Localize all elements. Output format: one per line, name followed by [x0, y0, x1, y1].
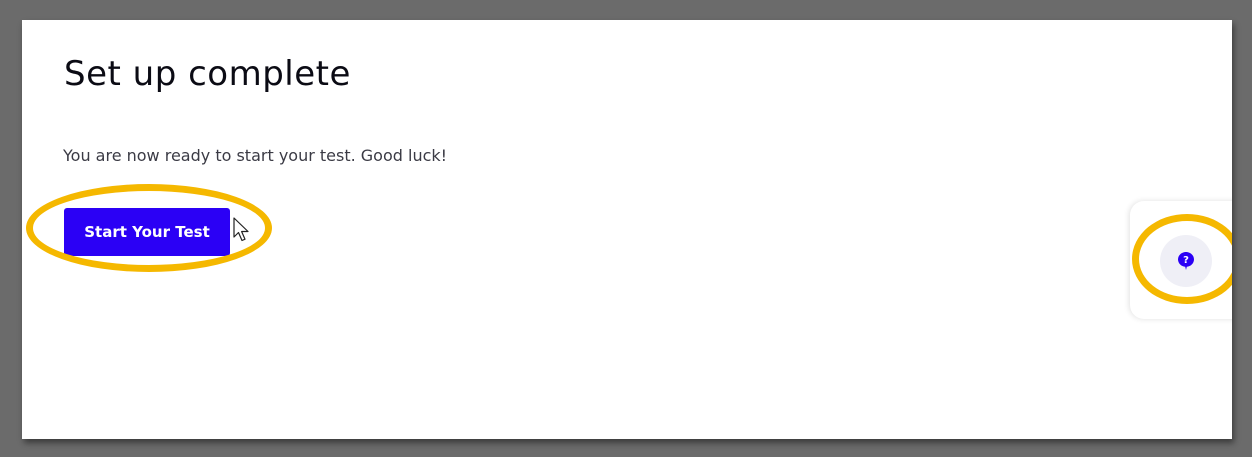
- svg-text:?: ?: [1183, 255, 1189, 266]
- ready-message: You are now ready to start your test. Go…: [63, 146, 448, 165]
- start-test-button[interactable]: Start Your Test: [64, 208, 230, 256]
- help-button[interactable]: ?: [1160, 235, 1212, 287]
- setup-complete-card: Set up complete You are now ready to sta…: [22, 20, 1232, 439]
- help-question-icon: ?: [1178, 252, 1194, 270]
- page-title: Set up complete: [64, 54, 351, 94]
- mouse-cursor-icon: [233, 217, 249, 242]
